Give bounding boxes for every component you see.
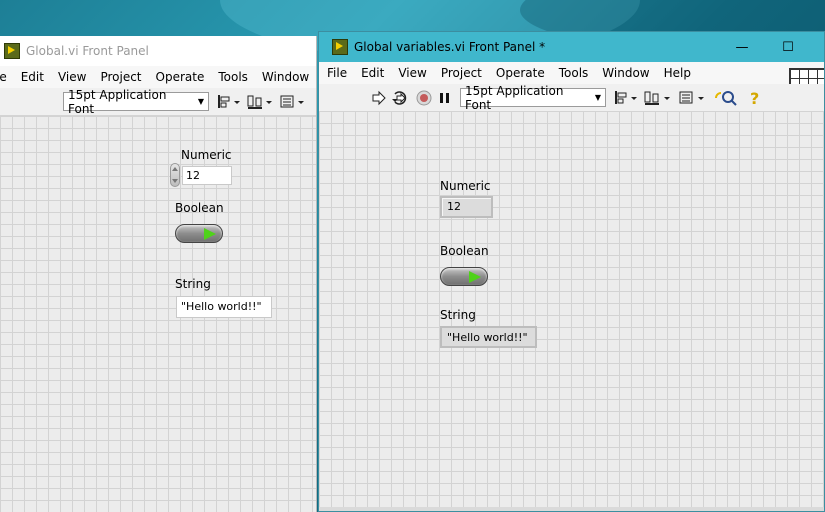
front-panel-window[interactable]: Global variables.vi Front Panel * — ☐ Fi… bbox=[318, 31, 825, 512]
pause-icon[interactable] bbox=[438, 88, 452, 108]
menu-view[interactable]: View bbox=[391, 66, 433, 80]
search-icon[interactable] bbox=[714, 88, 738, 108]
menu-operate[interactable]: Operate bbox=[489, 66, 552, 80]
boolean-indicator-led bbox=[440, 267, 488, 286]
string-indicator-label: String bbox=[440, 308, 476, 322]
run-continuously-icon[interactable] bbox=[391, 88, 409, 108]
distribute-objects-icon[interactable] bbox=[247, 92, 275, 112]
menu-operate[interactable]: Operate bbox=[149, 70, 212, 84]
menu-help[interactable]: He bbox=[316, 70, 317, 84]
boolean-control-label: Boolean bbox=[175, 201, 224, 215]
back-window-title: Global.vi Front Panel bbox=[26, 44, 149, 58]
menu-window[interactable]: Window bbox=[595, 66, 656, 80]
back-window-menubar: le Edit View Project Operate Tools Windo… bbox=[0, 66, 316, 88]
context-help-icon[interactable]: ? bbox=[748, 88, 762, 108]
menu-edit[interactable]: Edit bbox=[14, 70, 51, 84]
led-on-indicator bbox=[204, 228, 216, 240]
menu-edit[interactable]: Edit bbox=[354, 66, 391, 80]
horizontal-scrollbar[interactable] bbox=[319, 507, 824, 511]
align-objects-icon[interactable] bbox=[217, 92, 243, 112]
front-window-toolbar: 15pt Application Font ▼ ? bbox=[319, 84, 824, 112]
front-window-menubar: File Edit View Project Operate Tools Win… bbox=[319, 62, 824, 84]
run-arrow-icon[interactable] bbox=[371, 88, 387, 108]
font-select-value: 15pt Application Font bbox=[68, 87, 167, 116]
string-control[interactable]: "Hello world!!" bbox=[176, 296, 272, 318]
menu-file[interactable]: le bbox=[0, 70, 14, 84]
numeric-indicator-label: Numeric bbox=[440, 179, 491, 193]
numeric-increment-decrement[interactable] bbox=[170, 163, 180, 187]
align-objects-icon[interactable] bbox=[614, 88, 640, 108]
menu-project[interactable]: Project bbox=[93, 70, 148, 84]
led-on-indicator bbox=[469, 271, 481, 283]
menu-help[interactable]: Help bbox=[657, 66, 698, 80]
chevron-down-icon: ▼ bbox=[594, 93, 601, 102]
front-window-titlebar[interactable]: Global variables.vi Front Panel * — ☐ bbox=[319, 32, 824, 62]
menu-tools[interactable]: Tools bbox=[211, 70, 255, 84]
minimize-button[interactable]: — bbox=[719, 32, 765, 62]
string-control-label: String bbox=[175, 277, 211, 291]
front-panel-canvas[interactable]: Numeric 12 Boolean String "Hello world!!… bbox=[319, 111, 824, 511]
font-select[interactable]: 15pt Application Font ▼ bbox=[460, 84, 606, 112]
labview-vi-icon bbox=[4, 43, 20, 59]
menu-view[interactable]: View bbox=[51, 70, 93, 84]
boolean-indicator-label: Boolean bbox=[440, 244, 489, 258]
svg-text:?: ? bbox=[750, 89, 759, 107]
labview-vi-icon bbox=[332, 39, 348, 55]
front-window-title: Global variables.vi Front Panel * bbox=[354, 40, 546, 54]
menu-window[interactable]: Window bbox=[255, 70, 316, 84]
numeric-control[interactable]: 12 bbox=[182, 166, 232, 185]
distribute-objects-icon[interactable] bbox=[644, 88, 674, 108]
back-window-toolbar: 15pt Application Font ▼ bbox=[0, 88, 316, 116]
numeric-control-label: Numeric bbox=[181, 148, 232, 162]
back-panel-canvas[interactable]: Numeric 12 Boolean String "Hello world!!… bbox=[0, 116, 316, 512]
menu-project[interactable]: Project bbox=[434, 66, 489, 80]
string-indicator: "Hello world!!" bbox=[440, 326, 537, 348]
boolean-toggle[interactable] bbox=[175, 224, 223, 243]
font-select[interactable]: 15pt Application Font ▼ bbox=[63, 88, 209, 116]
resize-objects-icon[interactable] bbox=[279, 92, 307, 112]
abort-stop-icon[interactable] bbox=[416, 88, 432, 108]
menu-tools[interactable]: Tools bbox=[552, 66, 596, 80]
resize-objects-icon[interactable] bbox=[678, 88, 708, 108]
back-front-panel-window[interactable]: Global.vi Front Panel le Edit View Proje… bbox=[0, 36, 317, 512]
font-select-value: 15pt Application Font bbox=[465, 83, 564, 112]
chevron-down-icon: ▼ bbox=[197, 97, 204, 106]
maximize-button[interactable]: ☐ bbox=[765, 32, 811, 62]
menu-file[interactable]: File bbox=[320, 66, 354, 80]
back-window-titlebar[interactable]: Global.vi Front Panel bbox=[0, 36, 316, 66]
numeric-indicator: 12 bbox=[440, 196, 493, 218]
